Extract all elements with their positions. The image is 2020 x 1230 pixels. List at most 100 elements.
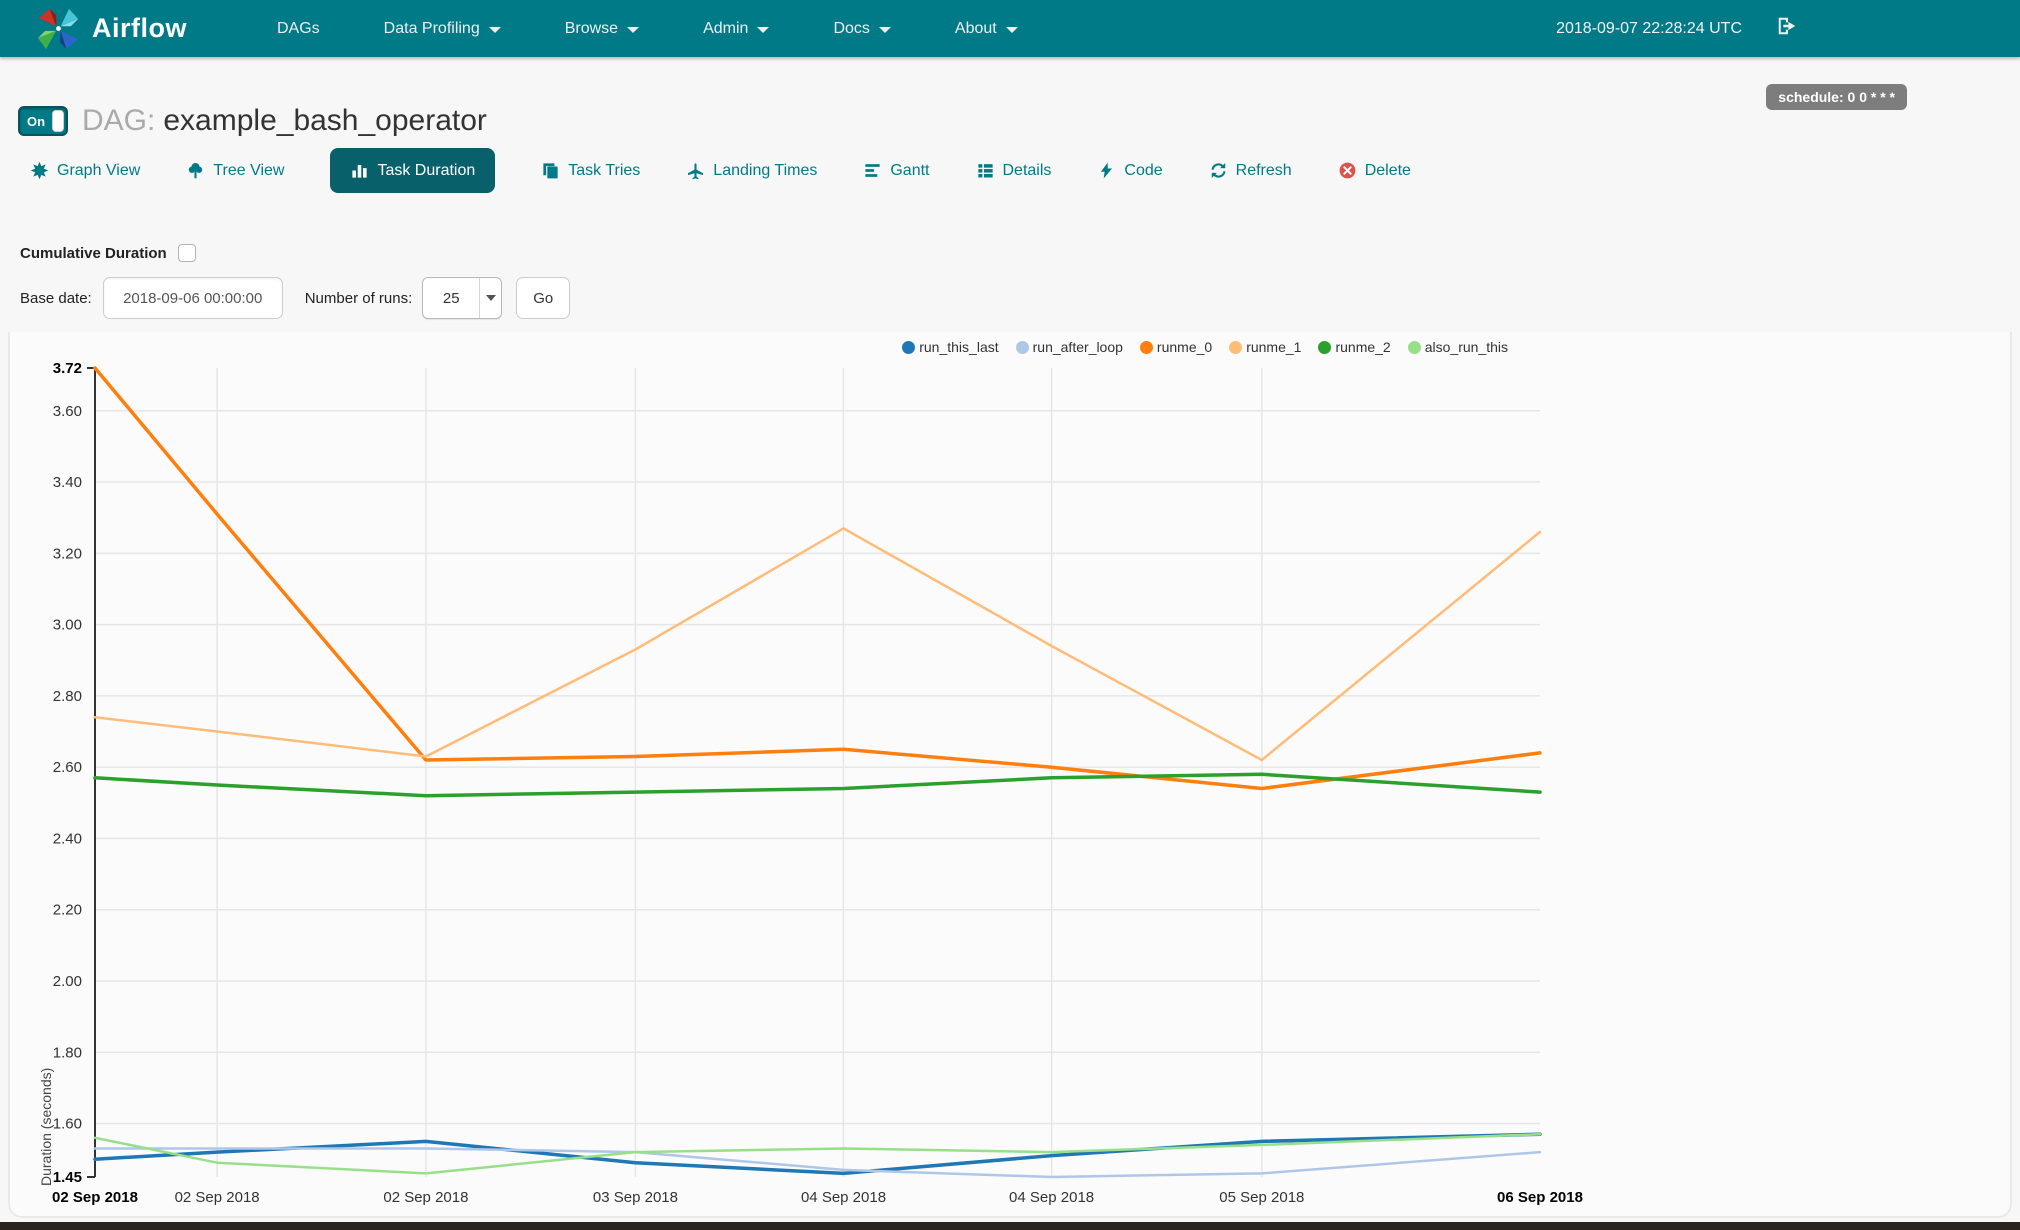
cumulative-duration-label: Cumulative Duration	[20, 244, 167, 262]
nav-item-label: Docs	[833, 19, 870, 37]
y-tick-label: 2.00	[53, 973, 82, 990]
tab-refresh[interactable]: Refresh	[1209, 148, 1292, 193]
tab-label: Task Duration	[377, 161, 476, 179]
duplicate-icon	[541, 161, 560, 180]
y-tick-label: 3.60	[53, 403, 82, 420]
tab-label: Tree View	[213, 161, 285, 179]
schedule-badge: schedule: 0 0 * * *	[1766, 84, 1907, 110]
num-runs-select[interactable]: 25	[422, 277, 503, 319]
brand-title: Airflow	[92, 13, 187, 43]
legend-label: runme_2	[1335, 339, 1391, 355]
nav-item-browse[interactable]: Browse	[533, 0, 671, 57]
legend-swatch-icon	[1229, 340, 1243, 354]
tab-graph-view[interactable]: Graph View	[30, 148, 140, 193]
chart-legend: run_this_last run_after_loop runme_0 runme_…	[902, 339, 1508, 355]
legend-label: run_this_last	[919, 339, 999, 355]
bottom-divider	[0, 1222, 2020, 1230]
caret-down-icon	[479, 278, 501, 318]
nav-item-admin[interactable]: Admin	[671, 0, 801, 57]
chart-controls-form: Base date: Number of runs: 25 Go	[20, 276, 571, 320]
legend-item-run-after-loop[interactable]: run_after_loop	[1015, 339, 1123, 355]
x-tick-label: 02 Sep 2018	[175, 1189, 260, 1206]
tab-label: Details	[1002, 161, 1052, 179]
task-duration-chart: 1.45 1.60 1.80 2.00 2.20 2.40 2.60 2.80 3.00 3.20…	[0, 330, 2020, 1230]
y-tick-label: 3.00	[53, 617, 82, 634]
cumulative-duration-checkbox[interactable]	[177, 244, 196, 262]
tab-label: Landing Times	[713, 161, 818, 179]
nav-item-label: Admin	[703, 19, 749, 37]
legend-swatch-icon	[902, 340, 916, 354]
x-tick-label: 02 Sep 2018	[52, 1189, 138, 1206]
refresh-icon	[1209, 161, 1228, 180]
logout-button[interactable]	[1776, 15, 1798, 42]
x-tick-label: 02 Sep 2018	[383, 1189, 468, 1206]
logout-icon	[1776, 15, 1798, 42]
nav-item-label: Browse	[564, 19, 619, 37]
dag-header: On DAG: example_bash_operator	[18, 104, 487, 138]
nav-item-data-profiling[interactable]: Data Profiling	[352, 0, 533, 57]
nav-item-dags[interactable]: DAGs	[245, 0, 352, 57]
align-left-icon	[863, 161, 882, 180]
caret-down-icon	[757, 26, 770, 33]
y-tick-label: 2.40	[53, 830, 82, 847]
tree-icon	[186, 161, 205, 180]
legend-item-run-this-last[interactable]: run_this_last	[902, 339, 999, 355]
caret-down-icon	[627, 26, 640, 33]
y-tick-label: 3.20	[53, 545, 82, 562]
airflow-logo-icon	[36, 7, 80, 51]
caret-down-icon	[878, 26, 891, 33]
cumulative-duration-row: Cumulative Duration	[20, 244, 196, 262]
go-button[interactable]: Go	[516, 277, 571, 319]
legend-swatch-icon	[1407, 340, 1421, 354]
nav-item-label: About	[954, 19, 997, 37]
toggle-on-label: On	[27, 114, 46, 129]
num-runs-selected-value: 25	[442, 289, 460, 307]
y-tick-label: 1.45	[53, 1169, 82, 1186]
tab-delete[interactable]: Delete	[1338, 148, 1411, 193]
tab-landing-times[interactable]: Landing Times	[686, 148, 817, 193]
dag-on-toggle[interactable]: On	[18, 106, 68, 136]
y-tick-label: 2.20	[53, 902, 82, 919]
nav-item-docs[interactable]: Docs	[801, 0, 922, 57]
nav-item-about[interactable]: About	[923, 0, 1050, 57]
nav-item-label: Data Profiling	[383, 19, 480, 37]
tab-gantt[interactable]: Gantt	[863, 148, 930, 193]
legend-label: also_run_this	[1424, 339, 1508, 355]
utc-clock: 2018-09-07 22:28:24 UTC	[1556, 19, 1742, 37]
legend-label: runme_1	[1246, 339, 1302, 355]
tab-task-tries[interactable]: Task Tries	[541, 148, 640, 193]
series-line-runme-0	[93, 366, 1542, 791]
navbar: Airflow DAGs Data Profiling Browse Admin Doc…	[0, 0, 2020, 57]
legend-item-runme-2[interactable]: runme_2	[1318, 339, 1391, 355]
caret-down-icon	[1005, 26, 1018, 33]
plane-icon	[686, 161, 705, 180]
tab-details[interactable]: Details	[976, 148, 1052, 193]
page-title: DAG: example_bash_operator	[82, 104, 487, 138]
tab-task-duration[interactable]: Task Duration	[330, 148, 496, 193]
toggle-knob	[52, 110, 64, 132]
legend-item-also-run-this[interactable]: also_run_this	[1407, 339, 1508, 355]
legend-item-runme-0[interactable]: runme_0	[1139, 339, 1212, 355]
bar-chart-icon	[350, 161, 369, 180]
base-date-input[interactable]	[102, 277, 283, 319]
series-line-runme-1	[93, 527, 1542, 762]
y-tick-label: 3.40	[53, 474, 82, 491]
legend-item-runme-1[interactable]: runme_1	[1229, 339, 1301, 355]
tab-label: Refresh	[1235, 161, 1292, 179]
caret-down-icon	[488, 26, 501, 33]
bolt-icon	[1097, 161, 1116, 180]
y-tick-label: 2.60	[53, 759, 82, 776]
tab-label: Graph View	[57, 161, 141, 179]
legend-label: run_after_loop	[1032, 339, 1123, 355]
x-tick-label: 06 Sep 2018	[1497, 1189, 1583, 1206]
tab-tree-view[interactable]: Tree View	[186, 148, 284, 193]
delete-icon	[1338, 161, 1357, 180]
dag-name: example_bash_operator	[163, 104, 487, 137]
legend-swatch-icon	[1015, 340, 1029, 354]
x-tick-label: 04 Sep 2018	[1009, 1189, 1094, 1206]
brand-link[interactable]: Airflow	[36, 7, 187, 51]
tab-code[interactable]: Code	[1097, 148, 1163, 193]
y-tick-label: 3.72	[53, 360, 82, 377]
x-tick-label: 03 Sep 2018	[593, 1189, 678, 1206]
burst-icon	[30, 161, 49, 180]
